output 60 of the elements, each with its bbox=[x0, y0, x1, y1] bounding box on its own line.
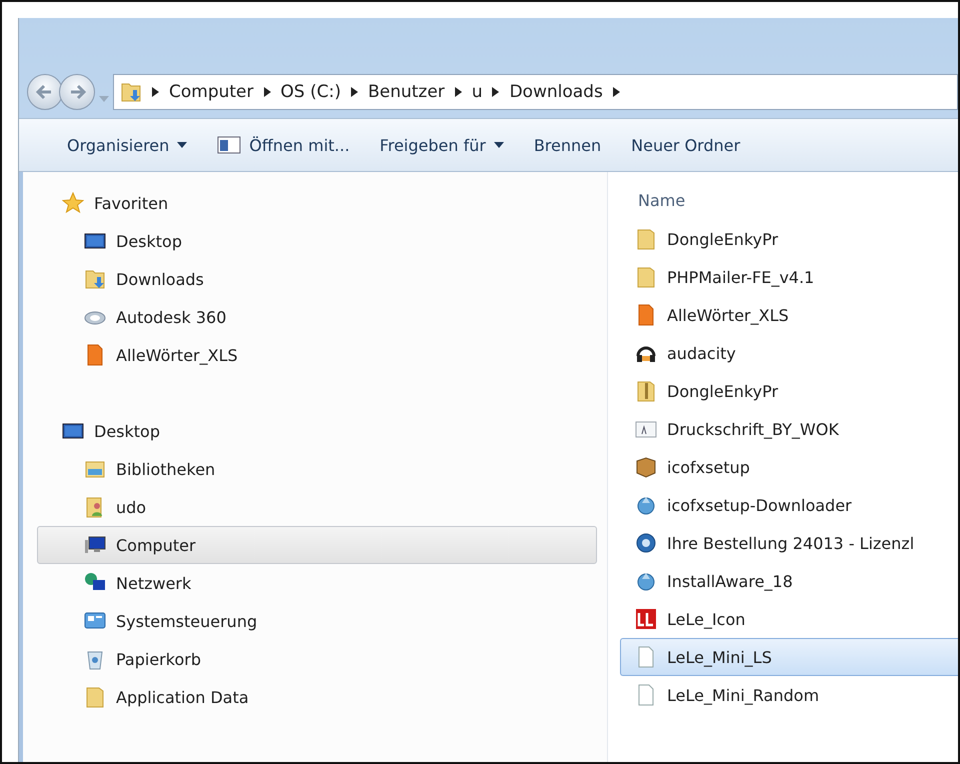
navigation-item[interactable]: Desktop bbox=[37, 412, 597, 450]
folder-icon bbox=[635, 266, 657, 288]
package-icon bbox=[635, 456, 657, 478]
zip-folder-icon bbox=[635, 380, 657, 402]
file-row[interactable]: LeLe_Mini_Random bbox=[620, 676, 958, 714]
breadcrumb-arrow-icon bbox=[612, 87, 620, 97]
file-row[interactable]: Druckschrift_BY_WOK bbox=[620, 410, 958, 448]
toolbar-button[interactable]: Neuer Ordner bbox=[631, 132, 740, 158]
caret-icon bbox=[177, 142, 188, 148]
file-row[interactable]: DongleEnkyPr bbox=[620, 372, 958, 410]
breadcrumb-arrow-icon bbox=[492, 87, 500, 97]
computer-icon bbox=[84, 534, 106, 556]
navigation-item[interactable]: AlleWörter_XLS bbox=[37, 336, 597, 374]
breadcrumb-arrow-icon bbox=[264, 87, 271, 97]
address-bar[interactable]: Computer OS (C:) Benutzer u Downloads bbox=[113, 74, 958, 110]
breadcrumb-segment[interactable]: Downloads bbox=[509, 82, 603, 102]
back-button[interactable] bbox=[27, 74, 63, 110]
column-header[interactable]: Name bbox=[620, 180, 958, 220]
breadcrumb-segment[interactable]: Benutzer bbox=[368, 82, 445, 102]
navigation-item[interactable]: Favoriten bbox=[37, 184, 597, 222]
window-icon bbox=[217, 136, 242, 154]
download-folder-icon bbox=[120, 81, 142, 103]
toolbar-button[interactable]: Brennen bbox=[534, 132, 602, 158]
history-dropdown-icon[interactable] bbox=[99, 96, 109, 102]
caret-icon bbox=[494, 142, 504, 148]
file-row[interactable]: AlleWörter_XLS bbox=[620, 296, 958, 334]
breadcrumb-arrow-icon bbox=[350, 87, 358, 97]
file-row[interactable]: icofxsetup bbox=[620, 448, 958, 486]
breadcrumb-arrow-icon bbox=[454, 87, 462, 97]
navigation-item[interactable]: Autodesk 360 bbox=[37, 298, 597, 336]
file-row[interactable]: icofxsetup-Downloader bbox=[620, 486, 958, 524]
file-row[interactable]: audacity bbox=[620, 334, 958, 372]
star-icon bbox=[62, 192, 84, 214]
toolbar-menu-button[interactable]: Freigeben für bbox=[380, 132, 504, 158]
navigation-item[interactable]: udo bbox=[37, 488, 597, 526]
folder-icon bbox=[84, 686, 106, 708]
file-row[interactable]: Ihre Bestellung 24013 - Lizenzl bbox=[620, 524, 958, 562]
breadcrumb-arrow-icon bbox=[152, 87, 159, 97]
breadcrumb-segment[interactable]: OS (C:) bbox=[280, 82, 341, 102]
navigation-item[interactable]: Downloads bbox=[37, 260, 597, 298]
file-row[interactable]: LeLe_Icon bbox=[620, 600, 958, 638]
forward-button[interactable] bbox=[59, 74, 95, 110]
navigation-item[interactable]: Systemsteuerung bbox=[37, 602, 597, 640]
navigation-item[interactable]: Bibliotheken bbox=[37, 450, 597, 488]
file-row[interactable]: DongleEnkyPr bbox=[620, 220, 958, 258]
toolbar-button[interactable]: Öffnen mit... bbox=[217, 132, 350, 158]
navigation-item[interactable]: Netzwerk bbox=[37, 564, 597, 602]
file-row[interactable]: PHPMailer-FE_v4.1 bbox=[620, 258, 958, 296]
toolbar-menu-button[interactable]: Organisieren bbox=[67, 132, 188, 158]
navigation-item[interactable]: Computer bbox=[37, 526, 597, 564]
file-row[interactable]: InstallAware_18 bbox=[620, 562, 958, 600]
folder-icon bbox=[635, 228, 657, 250]
navigation-item[interactable]: Application Data bbox=[37, 678, 597, 716]
file-row[interactable]: LeLe_Mini_LS bbox=[620, 638, 958, 676]
breadcrumb-segment[interactable]: u bbox=[472, 82, 482, 102]
lele-logo-icon bbox=[635, 608, 657, 630]
navigation-item[interactable]: Papierkorb bbox=[37, 640, 597, 678]
download-folder-icon bbox=[84, 268, 106, 290]
navigation-item[interactable]: Desktop bbox=[37, 222, 597, 260]
breadcrumb-segment[interactable]: Computer bbox=[169, 82, 254, 102]
